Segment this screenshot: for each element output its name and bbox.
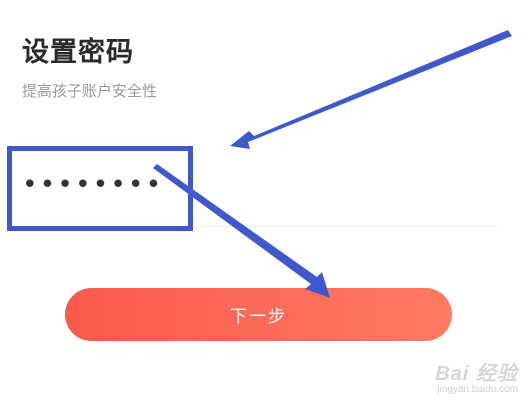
watermark-logo: Bai 经验 <box>435 363 518 385</box>
watermark: Bai 经验 jingyan.baidu.com <box>435 357 518 395</box>
annotation-arrow-upper <box>230 30 512 149</box>
password-field-row <box>22 150 498 227</box>
password-input[interactable] <box>22 150 172 220</box>
page-title: 设置密码 <box>22 37 134 68</box>
next-step-button[interactable]: 下一步 <box>65 288 452 341</box>
page-subtitle: 提高孩子账户安全性 <box>22 82 158 100</box>
